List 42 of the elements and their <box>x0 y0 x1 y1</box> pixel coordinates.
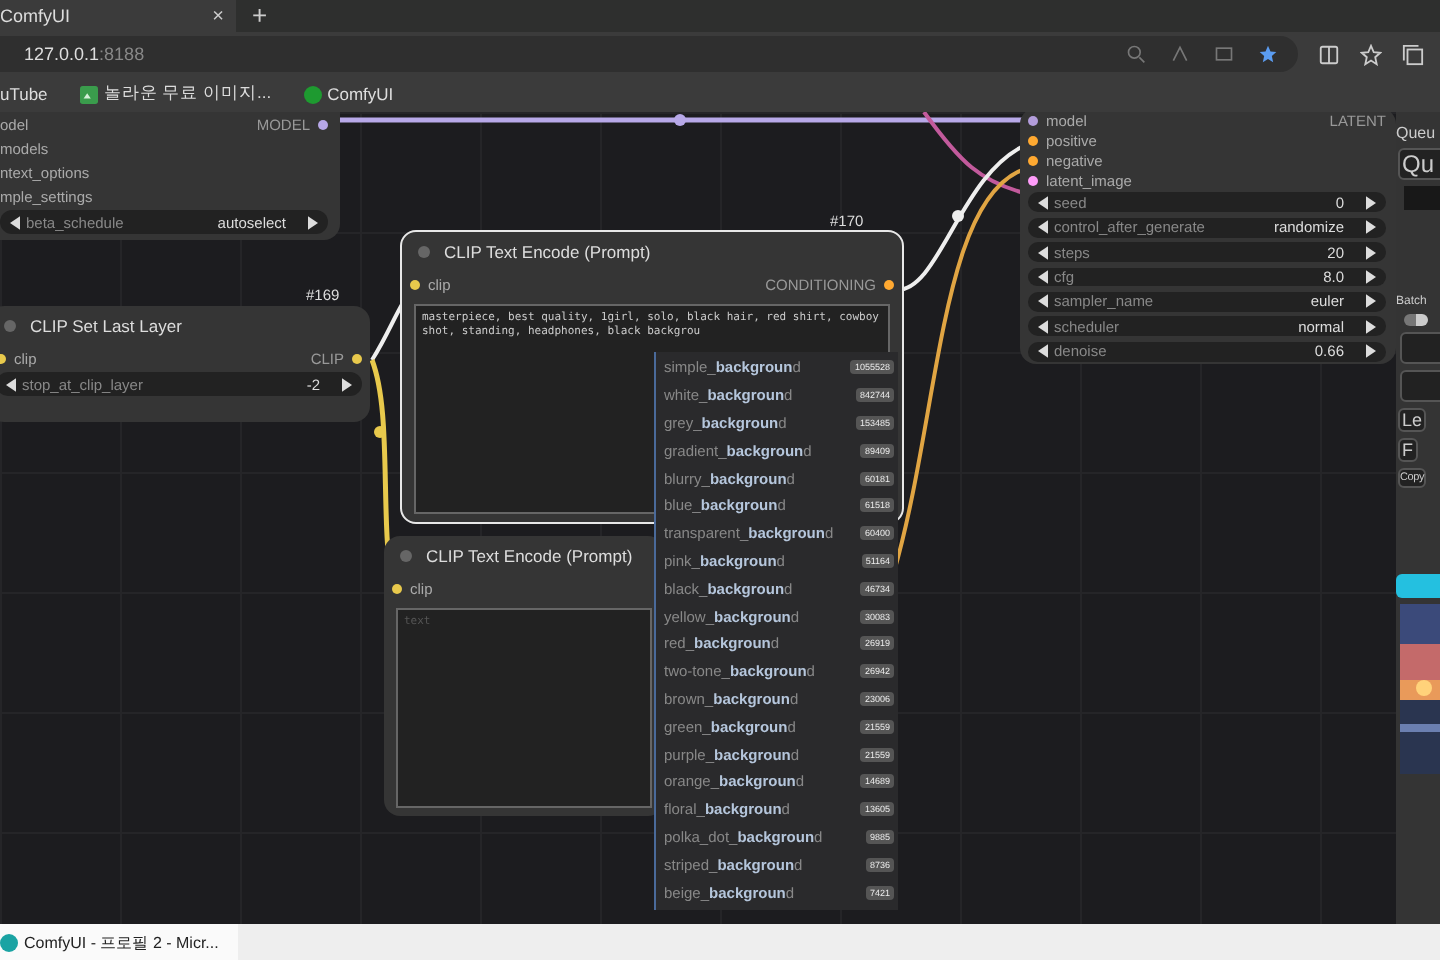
taskbar-item[interactable]: ComfyUI - 프로필 2 - Micr... <box>0 924 239 960</box>
node-title: CLIP Set Last Layer <box>30 316 182 336</box>
panel-button[interactable]: F <box>1398 438 1417 462</box>
bookmark[interactable]: 놀라운 무료 이미지... <box>79 82 272 106</box>
panel-button[interactable]: Le <box>1398 408 1427 432</box>
toggle-switch[interactable] <box>1404 314 1428 326</box>
panel-bar <box>1404 186 1440 210</box>
output-slot[interactable] <box>352 353 362 363</box>
close-tab-button[interactable]: × <box>212 5 224 27</box>
left-arrow-icon[interactable] <box>6 377 16 392</box>
image-site-icon <box>79 85 98 103</box>
site-dot-icon <box>303 85 322 103</box>
output-slot[interactable] <box>884 279 894 289</box>
input-slot[interactable] <box>1028 116 1038 127</box>
node-title: CLIP Text Encode (Prompt) <box>426 546 633 566</box>
star-icon[interactable] <box>1258 44 1278 64</box>
address-bar[interactable]: 127.0.0.1:8188 <box>0 36 1298 72</box>
bookmark[interactable]: ComfyUI <box>303 84 394 104</box>
reroute-dot[interactable] <box>374 426 386 438</box>
bookmark[interactable]: uTube <box>0 84 48 104</box>
browser-tab[interactable]: ComfyUI × <box>0 0 236 32</box>
input-slot[interactable] <box>1028 136 1038 147</box>
input-slot[interactable] <box>410 279 420 289</box>
queue-label: Queu <box>1396 124 1436 142</box>
right-arrow-icon[interactable] <box>342 377 352 392</box>
reroute-dot[interactable] <box>674 114 686 126</box>
screen-icon[interactable] <box>1214 44 1234 64</box>
split-screen-icon[interactable] <box>1318 43 1340 65</box>
node-title: CLIP Text Encode (Prompt) <box>444 242 651 262</box>
input-slot[interactable] <box>1028 175 1038 186</box>
output-slot[interactable] <box>318 119 328 129</box>
new-tab-button[interactable]: + <box>236 0 284 32</box>
input-slot[interactable] <box>392 583 402 593</box>
input-slot[interactable] <box>1028 155 1038 166</box>
app-icon <box>0 933 18 951</box>
left-arrow-icon[interactable] <box>10 215 20 230</box>
reroute-dot[interactable] <box>952 210 964 222</box>
favorites-icon[interactable] <box>1360 43 1382 65</box>
zoom-icon[interactable] <box>1126 44 1146 64</box>
queue-button[interactable]: Qu <box>1398 148 1440 180</box>
right-arrow-icon[interactable] <box>308 215 318 230</box>
collections-icon[interactable] <box>1402 43 1424 65</box>
